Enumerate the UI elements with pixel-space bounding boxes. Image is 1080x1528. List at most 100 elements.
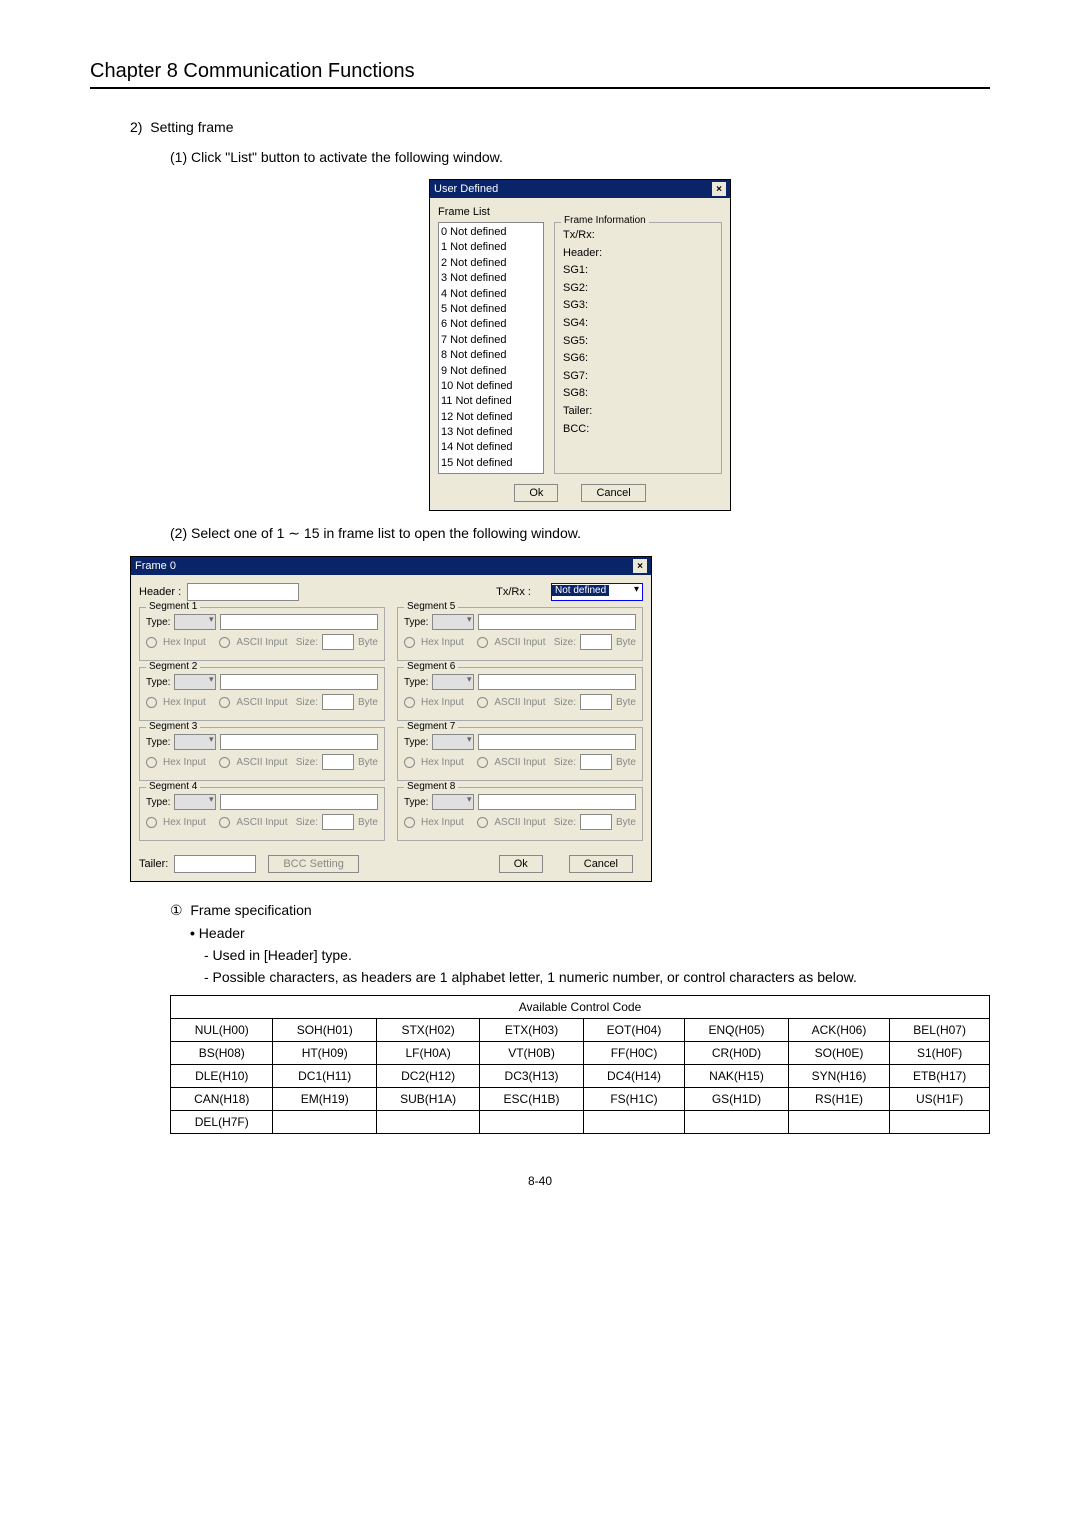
table-cell (376, 1111, 479, 1134)
size-input[interactable] (322, 694, 354, 710)
type-select[interactable] (174, 794, 216, 810)
segment-title: Segment 8 (404, 781, 458, 792)
frame-list[interactable]: 0 Not defined1 Not defined2 Not defined3… (438, 222, 544, 474)
hex-radio[interactable] (404, 757, 415, 768)
segment-input[interactable] (478, 614, 636, 630)
type-select[interactable] (174, 674, 216, 690)
segment-input[interactable] (478, 794, 636, 810)
table-cell: HT(H09) (273, 1042, 376, 1065)
segment-input[interactable] (220, 614, 378, 630)
close-icon[interactable]: × (633, 559, 647, 573)
segment-input[interactable] (478, 674, 636, 690)
header-input[interactable] (187, 583, 299, 601)
hex-label: Hex Input (421, 697, 464, 708)
type-select[interactable] (432, 794, 474, 810)
hex-radio[interactable] (404, 697, 415, 708)
list-item[interactable]: 13 Not defined (441, 425, 541, 440)
type-select[interactable] (432, 614, 474, 630)
hex-label: Hex Input (163, 697, 206, 708)
ok-button[interactable]: Ok (514, 484, 558, 502)
cancel-button[interactable]: Cancel (569, 855, 633, 873)
table-cell (583, 1111, 685, 1134)
segment-input[interactable] (220, 674, 378, 690)
hex-radio[interactable] (146, 697, 157, 708)
list-item[interactable]: 3 Not defined (441, 271, 541, 286)
size-input[interactable] (580, 634, 612, 650)
ascii-radio[interactable] (477, 817, 488, 828)
list-item[interactable]: 11 Not defined (441, 394, 541, 409)
list-item[interactable]: 12 Not defined (441, 410, 541, 425)
hex-radio[interactable] (146, 757, 157, 768)
size-label: Size: (296, 817, 318, 828)
type-select[interactable] (432, 674, 474, 690)
list-item[interactable]: 9 Not defined (441, 364, 541, 379)
ascii-radio[interactable] (477, 697, 488, 708)
byte-label: Byte (616, 637, 636, 648)
list-item[interactable]: 14 Not defined (441, 440, 541, 455)
byte-label: Byte (616, 817, 636, 828)
bcc-setting-button[interactable]: BCC Setting (268, 855, 359, 873)
size-input[interactable] (322, 814, 354, 830)
list-item[interactable]: 10 Not defined (441, 379, 541, 394)
list-item[interactable]: 7 Not defined (441, 333, 541, 348)
ascii-radio[interactable] (477, 637, 488, 648)
cancel-button[interactable]: Cancel (581, 484, 645, 502)
list-item[interactable]: 0 Not defined (441, 225, 541, 240)
type-select[interactable] (174, 734, 216, 750)
table-cell: DC3(H13) (480, 1065, 583, 1088)
frame0-dialog: Frame 0 × Header : Tx/Rx : Not defined S… (130, 556, 652, 882)
list-item[interactable]: 15 Not defined (441, 456, 541, 471)
segment-input[interactable] (478, 734, 636, 750)
table-cell: FF(H0C) (583, 1042, 685, 1065)
size-input[interactable] (580, 814, 612, 830)
table-cell: BS(H08) (171, 1042, 273, 1065)
segment-input[interactable] (220, 794, 378, 810)
info-label: SG8: (563, 385, 713, 403)
segment-group: Segment 7 Type: Hex Input ASCII InputSiz… (397, 727, 643, 781)
list-item[interactable]: 6 Not defined (441, 317, 541, 332)
ascii-label: ASCII Input (236, 817, 287, 828)
tailer-input[interactable] (174, 855, 256, 873)
list-item[interactable]: 4 Not defined (441, 287, 541, 302)
hex-label: Hex Input (421, 637, 464, 648)
ok-button[interactable]: Ok (499, 855, 543, 873)
table-cell: DC4(H14) (583, 1065, 685, 1088)
table-cell: LF(H0A) (376, 1042, 479, 1065)
byte-label: Byte (616, 697, 636, 708)
table-cell (788, 1111, 890, 1134)
type-label: Type: (146, 677, 170, 688)
hex-radio[interactable] (404, 817, 415, 828)
ascii-label: ASCII Input (236, 637, 287, 648)
segment-title: Segment 3 (146, 721, 200, 732)
ascii-radio[interactable] (219, 817, 230, 828)
ascii-label: ASCII Input (236, 697, 287, 708)
type-select[interactable] (174, 614, 216, 630)
size-input[interactable] (322, 634, 354, 650)
size-input[interactable] (580, 754, 612, 770)
hex-radio[interactable] (146, 637, 157, 648)
table-cell (685, 1111, 788, 1134)
ascii-label: ASCII Input (494, 637, 545, 648)
info-label: SG2: (563, 280, 713, 298)
hex-label: Hex Input (163, 817, 206, 828)
ascii-radio[interactable] (477, 757, 488, 768)
hex-radio[interactable] (146, 817, 157, 828)
list-item[interactable]: 1 Not defined (441, 240, 541, 255)
txrx-select[interactable]: Not defined (551, 583, 643, 601)
type-select[interactable] (432, 734, 474, 750)
list-item[interactable]: 8 Not defined (441, 348, 541, 363)
segment-title: Segment 6 (404, 661, 458, 672)
size-input[interactable] (322, 754, 354, 770)
list-item[interactable]: 5 Not defined (441, 302, 541, 317)
ascii-radio[interactable] (219, 757, 230, 768)
close-icon[interactable]: × (712, 182, 726, 196)
table-cell (273, 1111, 376, 1134)
segment-input[interactable] (220, 734, 378, 750)
ascii-radio[interactable] (219, 637, 230, 648)
hex-label: Hex Input (163, 637, 206, 648)
list-item[interactable]: 2 Not defined (441, 256, 541, 271)
size-input[interactable] (580, 694, 612, 710)
size-label: Size: (296, 757, 318, 768)
hex-radio[interactable] (404, 637, 415, 648)
ascii-radio[interactable] (219, 697, 230, 708)
